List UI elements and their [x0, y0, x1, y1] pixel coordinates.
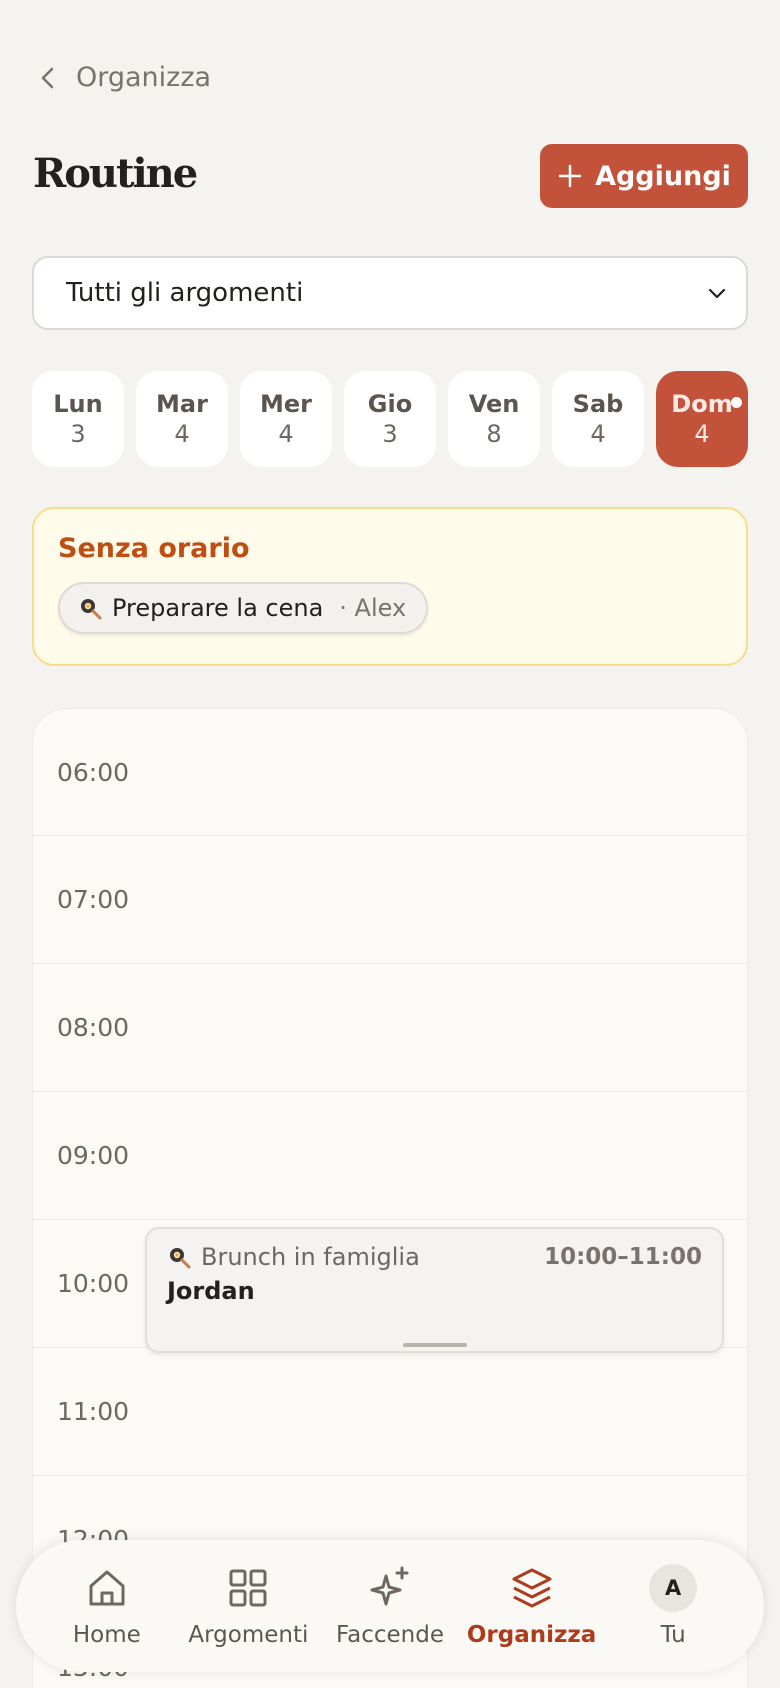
day-count: 4	[278, 420, 294, 448]
day-tab-gio[interactable]: Gio 3	[344, 371, 436, 467]
topic-select-value: Tutti gli argomenti	[66, 278, 304, 308]
task-name: Preparare la cena	[112, 594, 324, 622]
layers-icon	[512, 1568, 552, 1608]
nav-home[interactable]: Home	[37, 1564, 177, 1648]
task-assignee: · Alex	[339, 594, 407, 622]
nav-label: Organizza	[466, 1622, 597, 1648]
day-selector: Lun 3 Mar 4 Mer 4 Gio 3 Ven 8 Sab 4 Dom …	[32, 371, 748, 467]
event-name: Brunch in famiglia	[201, 1243, 420, 1271]
hour-label: 11:00	[57, 1397, 130, 1426]
day-name: Ven	[468, 390, 520, 418]
hour-label: 09:00	[57, 1141, 130, 1170]
day-tab-dom[interactable]: Dom 4	[656, 371, 748, 467]
day-name: Dom	[671, 390, 733, 418]
page-title: Routine	[33, 150, 198, 197]
bottom-nav: Home Argomenti Faccende Organizza A Tu	[16, 1540, 764, 1672]
event-assignee: Jordan	[167, 1277, 255, 1305]
hour-row[interactable]: 08:00	[33, 964, 747, 1092]
nav-label: Argomenti	[188, 1622, 309, 1648]
add-button-label: Aggiungi	[595, 160, 731, 192]
nav-organizza[interactable]: Organizza	[462, 1564, 602, 1648]
untimed-section: Senza orario Preparare la cena · Alex	[32, 507, 748, 666]
day-count: 4	[174, 420, 190, 448]
back-link[interactable]: Organizza	[36, 62, 211, 93]
hour-label: 08:00	[57, 1013, 130, 1042]
hour-label: 10:00	[57, 1269, 130, 1298]
plus-icon	[558, 164, 582, 188]
nav-label: Home	[72, 1622, 141, 1648]
event-time: 10:00–11:00	[544, 1244, 702, 1270]
hour-row[interactable]: 06:00	[33, 709, 747, 836]
today-dot	[731, 397, 742, 408]
back-label: Organizza	[76, 62, 212, 93]
hour-row[interactable]: 07:00	[33, 836, 747, 964]
frying-pan-icon	[81, 599, 102, 620]
day-tab-lun[interactable]: Lun 3	[32, 371, 124, 467]
day-count: 4	[590, 420, 606, 448]
add-button[interactable]: Aggiungi	[540, 144, 748, 208]
day-tab-sab[interactable]: Sab 4	[552, 371, 644, 467]
hour-row[interactable]: 11:00	[33, 1348, 747, 1476]
nav-label: Tu	[660, 1622, 686, 1648]
sparkle-icon	[370, 1566, 409, 1606]
untimed-task-chip[interactable]: Preparare la cena · Alex	[58, 582, 429, 634]
hour-label: 07:00	[57, 885, 130, 914]
resize-handle[interactable]	[403, 1343, 467, 1347]
nav-faccende[interactable]: Faccende	[320, 1564, 460, 1648]
day-count: 8	[486, 420, 502, 448]
hour-label: 06:00	[57, 757, 130, 787]
topic-select[interactable]: Tutti gli argomenti	[32, 256, 748, 330]
day-name: Lun	[53, 390, 103, 418]
day-tab-ven[interactable]: Ven 8	[448, 371, 540, 467]
frying-pan-icon	[170, 1248, 191, 1269]
nav-label: Faccende	[335, 1622, 444, 1648]
chevron-down-icon	[708, 288, 726, 299]
grid-icon	[229, 1569, 267, 1607]
day-name: Sab	[572, 390, 624, 418]
day-name: Mar	[156, 390, 208, 418]
day-name: Mer	[260, 390, 312, 418]
home-icon	[89, 1570, 125, 1606]
day-count: 3	[70, 420, 86, 448]
day-tab-mer[interactable]: Mer 4	[240, 371, 332, 467]
avatar: A	[649, 1564, 698, 1612]
untimed-title: Senza orario	[58, 533, 250, 564]
nav-argomenti[interactable]: Argomenti	[178, 1564, 318, 1648]
day-name: Gio	[367, 390, 413, 418]
hour-row[interactable]: 09:00	[33, 1092, 747, 1220]
day-tab-mar[interactable]: Mar 4	[136, 371, 228, 467]
event-card[interactable]: Brunch in famiglia 10:00–11:00 Jordan	[145, 1227, 724, 1353]
day-count: 4	[694, 420, 710, 448]
chevron-left-icon	[41, 67, 54, 88]
day-count: 3	[382, 420, 398, 448]
nav-tu[interactable]: A Tu	[603, 1564, 743, 1648]
